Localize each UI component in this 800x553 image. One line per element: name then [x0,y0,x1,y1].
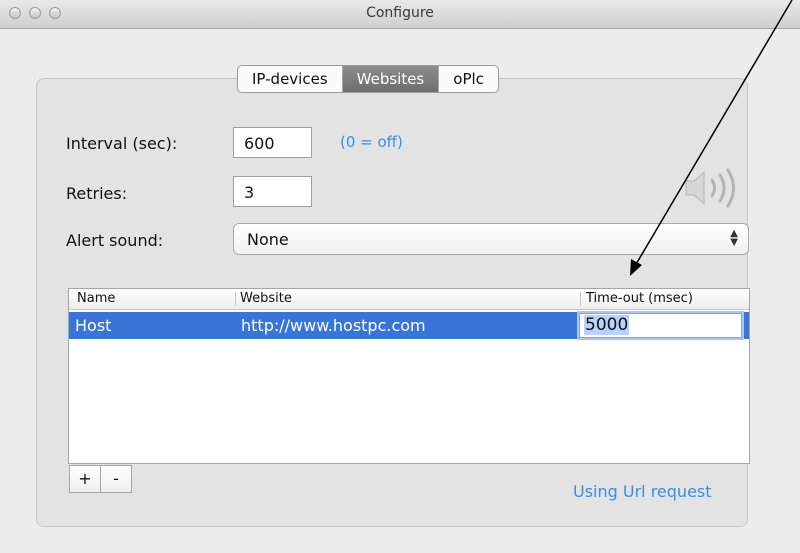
alert-sound-value: None [247,230,289,249]
popup-arrows-icon: ▲ ▼ [730,228,738,248]
title-bar: Configure [0,0,800,29]
column-divider [235,292,236,306]
retries-field[interactable]: 3 [233,176,312,207]
column-header-timeout[interactable]: Time-out (msec) [586,291,693,306]
timeout-edit-field[interactable]: 5000 [579,313,742,338]
tab-ip-devices[interactable]: IP-devices [238,66,343,92]
interval-label: Interval (sec): [66,134,178,153]
column-divider [580,292,581,306]
tab-control: IP-devices Websites oPlc [237,65,499,93]
add-row-button[interactable]: + [69,465,101,493]
tab-oplc[interactable]: oPlc [439,66,498,92]
retries-label: Retries: [66,184,128,203]
window-title: Configure [366,5,434,21]
configure-window: Configure IP-devices Websites oPlc Inter… [0,0,800,553]
interval-field[interactable]: 600 [233,127,312,158]
row-name-cell: Host [75,316,112,335]
alert-sound-popup[interactable]: None ▲ ▼ [233,223,749,255]
column-header-website[interactable]: Website [240,291,292,306]
remove-row-button[interactable]: - [100,465,132,493]
url-request-link[interactable]: Using Url request [573,482,712,501]
row-website-cell: http://www.hostpc.com [241,316,426,335]
alert-sound-label: Alert sound: [66,231,164,250]
speaker-icon[interactable] [680,166,742,210]
interval-hint: (0 = off) [340,133,403,151]
tab-websites[interactable]: Websites [342,66,440,92]
column-header-name[interactable]: Name [77,291,115,306]
timeout-value: 5000 [584,315,630,335]
table-header: Name Website Time-out (msec) [69,289,749,310]
table-row[interactable]: Host http://www.hostpc.com 5000 [69,312,749,339]
websites-table[interactable]: Name Website Time-out (msec) Host http:/… [68,288,750,464]
